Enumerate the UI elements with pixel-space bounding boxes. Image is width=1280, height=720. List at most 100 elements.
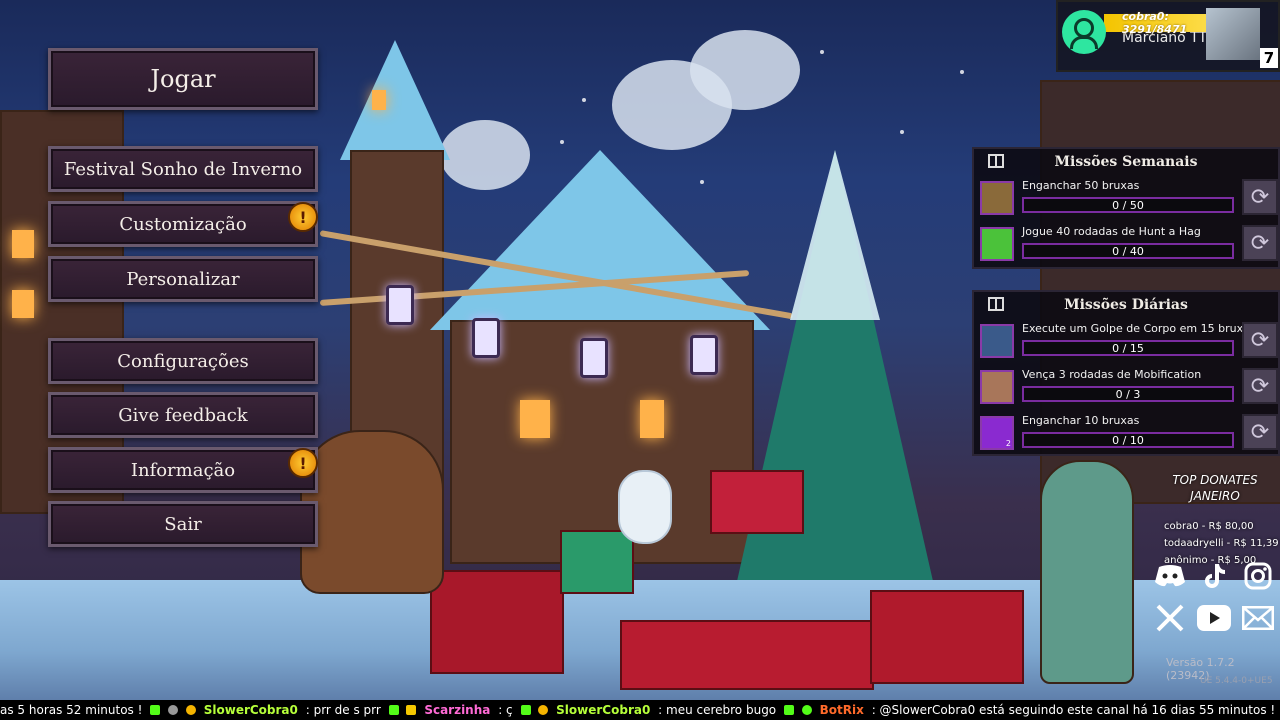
chat-message: : meu cerebro bugo — [658, 703, 777, 717]
gift-box — [870, 590, 1024, 684]
gift-box — [620, 620, 874, 690]
chat-username: SlowerCobra0 — [556, 703, 651, 717]
snowflake — [820, 50, 824, 54]
weekly-missions-header: Missões Semanais — [974, 149, 1278, 175]
face-icon — [980, 370, 1014, 404]
personalize-button[interactable]: Personalizar — [48, 256, 318, 302]
refresh-icon: ⟳ — [1250, 373, 1270, 399]
winter-festival-button[interactable]: Festival Sonho de Inverno — [48, 146, 318, 192]
mission-label: Jogue 40 rodadas de Hunt a Hag — [1022, 225, 1201, 238]
reroll-mission-button[interactable]: ⟳ — [1242, 414, 1278, 450]
mission-progress: 0 / 50 — [1022, 197, 1234, 213]
chat-ticker: as 5 horas 52 minutos ! SlowerCobra0 : p… — [0, 700, 1280, 720]
mission-progress: 0 / 3 — [1022, 386, 1234, 402]
donor-entry: todaadryelli - R$ 11,39 — [1164, 538, 1279, 549]
information-alert-icon: ! — [288, 448, 318, 478]
reroll-mission-button[interactable]: ⟳ — [1242, 179, 1278, 215]
top-donates-line1: TOP DONATES — [1172, 473, 1258, 487]
refresh-icon: ⟳ — [1250, 419, 1270, 445]
chat-username: SlowerCobra0 — [203, 703, 298, 717]
crown-icon — [406, 705, 417, 715]
ticker-text: as 5 horas 52 minutos ! — [0, 703, 143, 717]
reroll-mission-button[interactable]: ⟳ — [1242, 322, 1278, 358]
badge-icon — [168, 705, 179, 715]
play-button[interactable]: Jogar — [48, 48, 318, 110]
refresh-icon: ⟳ — [1250, 327, 1270, 353]
mission-label: Vença 3 rodadas de Mobification — [1022, 368, 1202, 381]
lantern — [386, 285, 414, 325]
chat-message: : @SlowerCobra0 está seguindo este canal… — [871, 703, 1276, 717]
snowman — [618, 470, 672, 544]
snowflake — [900, 130, 904, 134]
engine-version: UE 5.4.4-0+UE5 — [1200, 676, 1273, 686]
mission-item: Execute um Golpe de Corpo em 15 bruxas 0… — [974, 318, 1278, 364]
snowflake — [960, 70, 964, 74]
mail-icon — [1240, 602, 1276, 634]
tower-roof — [340, 40, 450, 160]
kick-icon — [388, 705, 399, 715]
hag-skull-icon — [980, 227, 1014, 261]
mission-item: Vença 3 rodadas de Mobification 0 / 3 ⟳ — [974, 364, 1278, 410]
gift-icon — [988, 297, 1004, 311]
customization-alert-icon: ! — [288, 202, 318, 232]
window — [12, 230, 34, 258]
window — [12, 290, 34, 318]
lantern — [580, 338, 608, 378]
gift-box — [710, 470, 804, 534]
reroll-mission-button[interactable]: ⟳ — [1242, 225, 1278, 261]
window — [372, 90, 386, 110]
mission-icon-badge: 2 — [1005, 439, 1011, 448]
give-feedback-button[interactable]: Give feedback — [48, 392, 318, 438]
mission-item: Enganchar 50 bruxas 0 / 50 ⟳ — [974, 175, 1278, 221]
chat-username: Scarzinha — [424, 703, 491, 717]
window — [520, 400, 550, 438]
gingerbread-creature — [300, 430, 444, 594]
mission-item: Jogue 40 rodadas de Hunt a Hag 0 / 40 ⟳ — [974, 221, 1278, 267]
count-badge: 7 — [1260, 48, 1278, 68]
reroll-mission-button[interactable]: ⟳ — [1242, 368, 1278, 404]
refresh-icon: ⟳ — [1250, 230, 1270, 256]
mission-label: Enganchar 50 bruxas — [1022, 179, 1140, 192]
mission-progress: 0 / 40 — [1022, 243, 1234, 259]
witch-character — [1040, 460, 1134, 684]
lantern — [472, 318, 500, 358]
refresh-icon: ⟳ — [1250, 184, 1270, 210]
chat-message: : ç — [498, 703, 513, 717]
bot-icon — [801, 705, 812, 715]
x-icon — [1152, 602, 1188, 634]
window — [640, 400, 664, 438]
streamer-card: Marciano TTV cobra0: 3291/8471 7 — [1056, 0, 1280, 72]
snowflake — [582, 98, 586, 102]
tiktok-icon — [1196, 560, 1232, 592]
discord-icon — [1152, 560, 1188, 592]
mission-label: Execute um Golpe de Corpo em 15 bruxas — [1022, 322, 1256, 335]
quit-button[interactable]: Sair — [48, 501, 318, 547]
mission-label: Enganchar 10 bruxas — [1022, 414, 1140, 427]
character-thumbnail — [1206, 8, 1260, 60]
customization-button[interactable]: Customização — [48, 201, 318, 247]
coin-icon — [185, 705, 196, 715]
settings-button[interactable]: Configurações — [48, 338, 318, 384]
top-donates-title: TOP DONATES JANEIRO — [1160, 472, 1270, 504]
user-avatar-icon — [1062, 10, 1106, 54]
information-button[interactable]: Informação — [48, 447, 318, 493]
daily-missions-header: Missões Diárias — [974, 292, 1278, 318]
lantern — [690, 335, 718, 375]
magic-crystal-icon: 2 — [980, 416, 1014, 450]
broom-icon — [980, 181, 1014, 215]
top-donates-line2: JANEIRO — [1190, 489, 1240, 503]
chimney-smoke — [690, 30, 800, 110]
kick-icon — [150, 705, 161, 715]
mission-item: 2 Enganchar 10 bruxas 0 / 10 ⟳ — [974, 410, 1278, 456]
gift-box — [560, 530, 634, 594]
daily-missions-panel: Missões Diárias Execute um Golpe de Corp… — [972, 290, 1280, 456]
mission-progress: 0 / 15 — [1022, 340, 1234, 356]
youtube-icon — [1196, 602, 1232, 634]
mission-progress: 0 / 10 — [1022, 432, 1234, 448]
armor-icon — [980, 324, 1014, 358]
weekly-missions-panel: Missões Semanais Enganchar 50 bruxas 0 /… — [972, 147, 1280, 269]
kick-icon — [783, 705, 794, 715]
gift-box — [430, 570, 564, 674]
donor-entry: cobra0 - R$ 80,00 — [1164, 521, 1254, 532]
chimney-smoke — [440, 120, 530, 190]
